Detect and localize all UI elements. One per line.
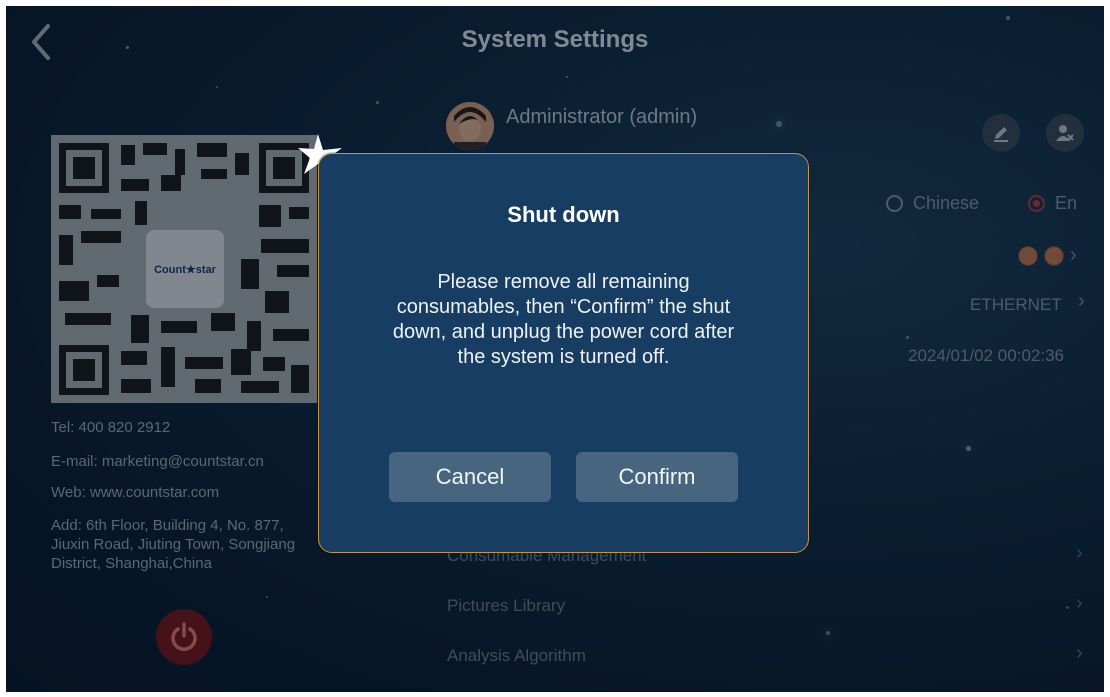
dialog-message: Please remove all remaining consumables,… [392,271,735,368]
dialog-title: Shut down [507,202,620,227]
confirm-button[interactable]: Confirm [576,452,738,502]
cancel-button[interactable]: Cancel [389,452,551,502]
screen: System Settings Count★star Tel: 400 820 … [6,6,1104,692]
shutdown-dialog: Shut down Please remove all remaining co… [318,153,809,553]
